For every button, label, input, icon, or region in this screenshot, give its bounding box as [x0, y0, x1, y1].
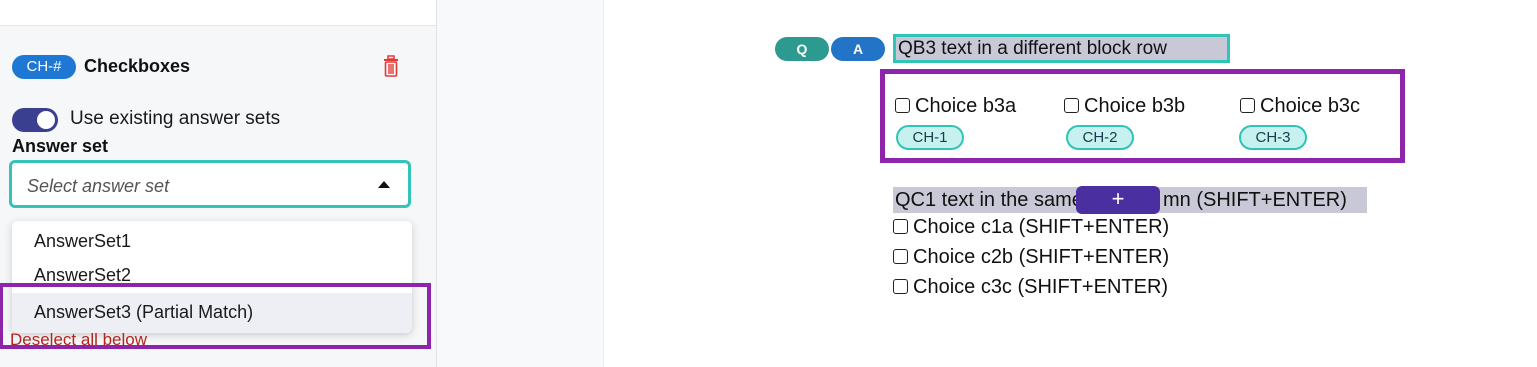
toggle-label: Use existing answer sets: [70, 108, 281, 129]
choice-tag: CH-3: [1239, 125, 1307, 150]
checkbox[interactable]: [1064, 98, 1079, 113]
choice-tag: CH-1: [896, 125, 964, 150]
select-placeholder: Select answer set: [27, 176, 170, 196]
gutter-divider: [603, 0, 604, 367]
choice-label: Choice c2b (SHIFT+ENTER): [913, 246, 1170, 268]
highlight-frame: [0, 283, 431, 349]
answer-set-label: Answer set: [12, 136, 109, 156]
checkbox[interactable]: [895, 98, 910, 113]
choice-b3a[interactable]: Choice b3a: [895, 95, 1016, 118]
use-existing-answer-sets-toggle[interactable]: [12, 108, 58, 132]
answer-set-select[interactable]: Select answer set: [9, 160, 411, 208]
checkbox[interactable]: [1240, 98, 1255, 113]
choice-label: Choice c1a (SHIFT+ENTER): [913, 216, 1170, 238]
caret-up-icon[interactable]: [378, 181, 390, 188]
question-type-badge: CH-#: [12, 55, 76, 79]
choice-label: Choice b3a: [915, 95, 1017, 117]
gutter: [437, 0, 603, 367]
choice-label: Choice b3b: [1084, 95, 1186, 117]
qc1-text-start: QC1 text in the same: [895, 189, 1083, 211]
trash-icon[interactable]: [381, 54, 401, 78]
checkbox[interactable]: [893, 249, 908, 264]
choice-c2b[interactable]: Choice c2b (SHIFT+ENTER): [893, 246, 1169, 269]
choice-label: Choice c3c (SHIFT+ENTER): [913, 276, 1169, 298]
question-text-qb3[interactable]: QB3 text in a different block row: [893, 34, 1230, 63]
answer-badge[interactable]: A: [831, 37, 885, 61]
add-block-button[interactable]: +: [1076, 186, 1160, 214]
question-type-title: Checkboxes: [84, 56, 191, 76]
choice-c1a[interactable]: Choice c1a (SHIFT+ENTER): [893, 216, 1169, 239]
choice-b3c[interactable]: Choice b3c: [1240, 95, 1360, 118]
answer-editor-panel: CH-# Checkboxes Use existing answer sets…: [0, 0, 436, 367]
toggle-knob: [37, 111, 55, 129]
panel-header-strip: [0, 0, 436, 26]
question-badge[interactable]: Q: [775, 37, 829, 61]
dropdown-option[interactable]: AnswerSet1: [34, 231, 131, 252]
choice-tag: CH-2: [1066, 125, 1134, 150]
choice-label: Choice b3c: [1260, 95, 1361, 117]
choice-b3b[interactable]: Choice b3b: [1064, 95, 1185, 118]
choice-c3c[interactable]: Choice c3c (SHIFT+ENTER): [893, 276, 1168, 299]
checkbox[interactable]: [893, 279, 908, 294]
qc1-text-end: mn (SHIFT+ENTER): [1163, 189, 1347, 211]
checkbox[interactable]: [893, 219, 908, 234]
